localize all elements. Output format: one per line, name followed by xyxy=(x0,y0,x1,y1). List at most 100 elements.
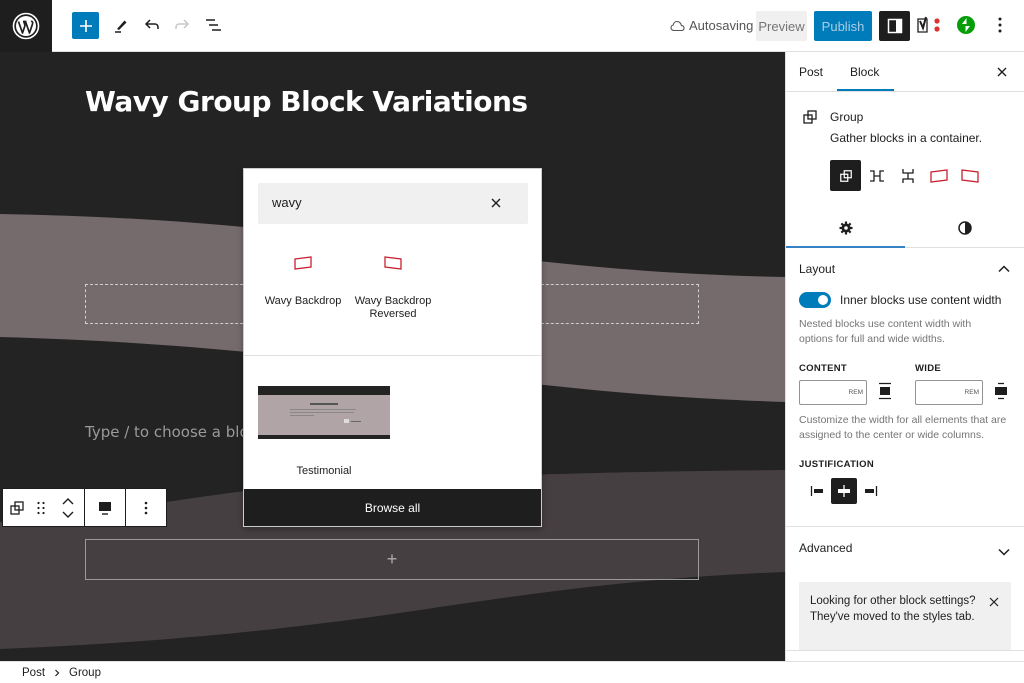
notice-dismiss-button[interactable] xyxy=(989,594,999,612)
tab-post[interactable]: Post xyxy=(799,65,823,79)
group-icon xyxy=(9,500,24,515)
options-menu-button[interactable] xyxy=(986,11,1014,39)
preview-button[interactable]: Preview xyxy=(756,11,807,41)
editor-header: Autosaving Preview Publish xyxy=(0,0,1024,52)
advanced-panel-title[interactable]: Advanced xyxy=(799,541,852,555)
block-toolbar-group-parent xyxy=(3,489,85,526)
pattern-preview xyxy=(258,386,390,439)
undo-button[interactable] xyxy=(138,11,166,39)
block-item-wavy-backdrop[interactable]: Wavy Backdrop xyxy=(258,249,348,308)
publish-button[interactable]: Publish xyxy=(814,11,872,41)
layout-panel-title[interactable]: Layout xyxy=(799,262,835,276)
pattern-item-testimonial[interactable]: Testimonial xyxy=(258,386,390,477)
sidebar-divider xyxy=(786,650,1024,651)
styles-icon xyxy=(957,220,972,235)
drag-handle-icon xyxy=(37,501,45,514)
post-title[interactable]: Wavy Group Block Variations xyxy=(85,85,528,118)
inserter-search-input[interactable] xyxy=(272,195,472,210)
content-width-icon[interactable] xyxy=(878,382,892,400)
justify-right-button[interactable] xyxy=(857,478,883,504)
active-tab-indicator xyxy=(837,89,894,91)
yoast-seo-button[interactable] xyxy=(915,11,943,39)
block-item-label: Wavy Backdrop xyxy=(264,295,342,307)
block-type-button[interactable] xyxy=(3,489,30,526)
justify-center-icon xyxy=(838,485,850,497)
variation-wavy-backdrop[interactable] xyxy=(923,160,954,191)
justify-center-button[interactable] xyxy=(831,478,857,504)
chevron-right-icon xyxy=(55,669,60,676)
content-width-input[interactable]: REM xyxy=(799,380,867,405)
chevron-down-icon xyxy=(998,548,1010,556)
close-icon xyxy=(997,67,1007,77)
wide-width-label: WIDE xyxy=(915,363,942,374)
advanced-panel-toggle[interactable] xyxy=(998,543,1010,561)
settings-sidebar: Post Block Group Gather blocks in a cont… xyxy=(785,52,1024,661)
variation-row[interactable] xyxy=(861,160,892,191)
block-toolbar-group-more xyxy=(126,489,166,526)
block-inserter-toggle[interactable] xyxy=(72,12,99,39)
list-view-icon xyxy=(206,19,221,31)
tab-block[interactable]: Block xyxy=(850,65,879,79)
advanced-panel[interactable]: Advanced xyxy=(786,527,1024,569)
breadcrumb-group[interactable]: Group xyxy=(69,667,101,679)
wide-width-input[interactable]: REM xyxy=(915,380,983,405)
autosave-status: Autosaving xyxy=(670,18,753,33)
unit-label: REM xyxy=(964,389,979,396)
variation-stack[interactable] xyxy=(892,160,923,191)
drag-handle[interactable] xyxy=(30,489,52,526)
paragraph-placeholder[interactable]: Type / to choose a block xyxy=(85,423,266,441)
variation-wavy-backdrop-reversed[interactable] xyxy=(954,160,985,191)
settings-toggle-button[interactable] xyxy=(879,11,910,41)
layout-panel-toggle[interactable] xyxy=(998,260,1010,278)
layout-panel: Layout Inner blocks use content width Ne… xyxy=(786,248,1024,527)
stack-icon xyxy=(901,168,914,183)
block-variations xyxy=(830,160,985,191)
search-clear-button[interactable] xyxy=(486,193,506,213)
wordpress-logo[interactable] xyxy=(0,0,52,52)
list-view-button[interactable] xyxy=(199,11,227,39)
wavy-backdrop-icon xyxy=(294,256,312,270)
autosave-label: Autosaving xyxy=(689,18,754,33)
tab-settings[interactable] xyxy=(786,208,905,248)
justification-label: JUSTIFICATION xyxy=(799,459,874,470)
justify-left-icon xyxy=(810,486,823,496)
block-card-title: Group xyxy=(830,110,864,124)
yoast-icon xyxy=(917,16,940,33)
chevron-up-icon xyxy=(998,265,1010,273)
align-button[interactable] xyxy=(85,489,125,526)
block-card: Group Gather blocks in a container. xyxy=(786,93,1024,208)
styles-moved-notice: Looking for other block settings? They'v… xyxy=(799,582,1011,650)
content-width-toggle[interactable] xyxy=(799,292,831,308)
wide-width-icon[interactable] xyxy=(994,382,1008,400)
variation-group[interactable] xyxy=(830,160,861,191)
redo-icon xyxy=(175,19,190,29)
pattern-label: Testimonial xyxy=(296,465,352,477)
block-item-label: Wavy Backdrop Reversed xyxy=(354,295,432,320)
wavy-backdrop-reversed-icon xyxy=(384,256,402,270)
sidebar-toggle-icon xyxy=(887,18,902,34)
move-up-icon[interactable] xyxy=(62,497,74,505)
close-sidebar-button[interactable] xyxy=(992,62,1012,82)
close-icon xyxy=(491,198,501,208)
sidebar-tabs: Post Block xyxy=(786,52,1024,92)
tab-styles[interactable] xyxy=(905,208,1024,247)
block-toolbar-group-align xyxy=(85,489,126,526)
pencil-icon xyxy=(115,20,127,33)
group-icon xyxy=(803,110,817,124)
more-vertical-icon xyxy=(998,17,1002,33)
tools-button[interactable] xyxy=(107,11,135,39)
inserter-search xyxy=(258,183,528,224)
block-item-wavy-backdrop-reversed[interactable]: Wavy Backdrop Reversed xyxy=(348,249,438,321)
block-appender-button[interactable]: + xyxy=(85,539,699,580)
jetpack-button[interactable] xyxy=(952,11,980,39)
justify-left-button[interactable] xyxy=(805,478,831,504)
row-icon xyxy=(869,169,884,182)
notice-text: Looking for other block settings? They'v… xyxy=(810,595,976,623)
redo-button[interactable] xyxy=(168,11,196,39)
more-options-button[interactable] xyxy=(126,489,166,526)
breadcrumb-post[interactable]: Post xyxy=(22,667,45,679)
browse-all-button[interactable]: Browse all xyxy=(244,489,541,526)
move-down-icon[interactable] xyxy=(62,511,74,518)
jetpack-icon xyxy=(957,16,975,34)
wavy-backdrop-reversed-icon xyxy=(960,168,979,183)
